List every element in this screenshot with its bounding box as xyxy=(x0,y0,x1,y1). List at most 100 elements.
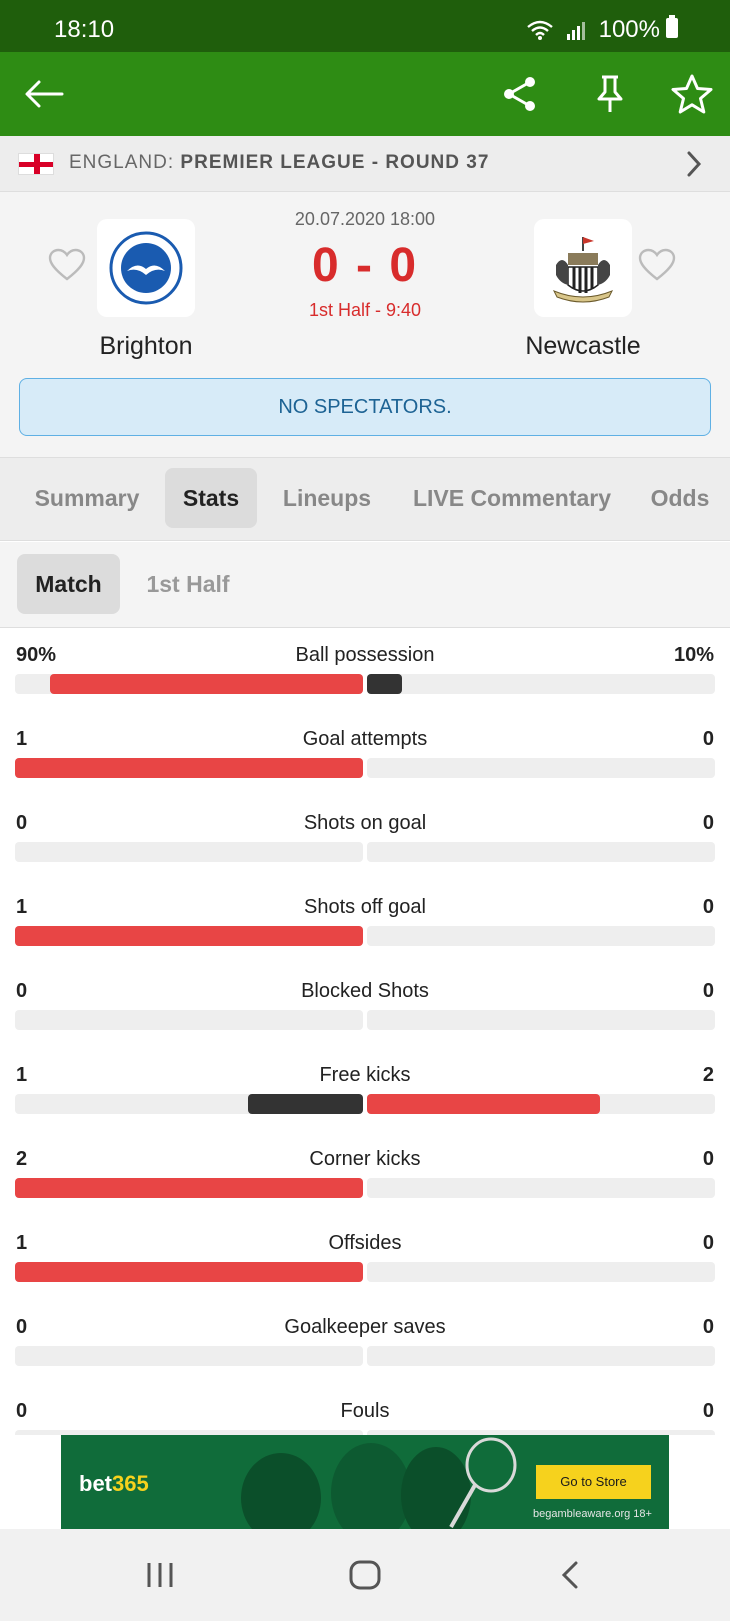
home-button[interactable] xyxy=(325,1529,405,1621)
home-bar-track xyxy=(15,1010,363,1030)
away-value: 0 xyxy=(702,896,714,918)
chevron-right-icon xyxy=(687,151,702,177)
arrow-left-icon xyxy=(25,80,64,108)
back-chevron-icon xyxy=(561,1561,578,1589)
home-value: 0 xyxy=(16,1400,28,1422)
battery-icon xyxy=(666,15,678,38)
home-value: 1 xyxy=(16,1064,28,1086)
subtab-first-half[interactable]: 1st Half xyxy=(132,554,244,614)
app-bar xyxy=(0,52,730,136)
league-country: ENGLAND: xyxy=(69,152,175,173)
away-favorite-heart-icon[interactable] xyxy=(638,248,676,282)
league-header[interactable]: ENGLAND: PREMIER LEAGUE - ROUND 37 xyxy=(0,136,730,192)
stat-bar xyxy=(15,674,715,694)
stat-label: Ball possession xyxy=(295,644,435,666)
home-bar-track xyxy=(15,758,363,778)
signal-icon xyxy=(566,20,585,40)
away-bar-track xyxy=(367,1178,715,1198)
stat-bar xyxy=(15,926,715,946)
stat-label: Shots on goal xyxy=(303,812,427,834)
status-time: 18:10 xyxy=(54,16,115,43)
home-team-logo[interactable] xyxy=(97,219,195,317)
home-favorite-heart-icon[interactable] xyxy=(48,248,86,282)
tab-lineups[interactable]: Lineups xyxy=(272,468,382,528)
home-bar-track xyxy=(15,1262,363,1282)
stat-label: Free kicks xyxy=(319,1064,411,1086)
away-bar-track xyxy=(367,1094,715,1114)
home-bar-fill xyxy=(248,1094,363,1114)
stat-label: Offsides xyxy=(328,1232,402,1254)
home-bar-fill xyxy=(15,758,363,778)
home-bar-track xyxy=(15,1178,363,1198)
pin-icon xyxy=(597,75,623,112)
england-flag-icon xyxy=(18,153,54,175)
tab-stats[interactable]: Stats xyxy=(165,468,257,528)
stat-bar xyxy=(15,1010,715,1030)
share-icon xyxy=(504,77,535,111)
away-value: 0 xyxy=(702,812,714,834)
match-minute: 1st Half - 9:40 xyxy=(308,300,422,320)
stat-bar xyxy=(15,1262,715,1282)
home-team-name[interactable]: Brighton xyxy=(46,332,246,361)
ad-banner[interactable]: bet365 Go to Store begambleaware.org 18+ xyxy=(61,1435,669,1529)
tab-odds[interactable]: Odds xyxy=(640,468,720,528)
stat-row: 0 Goalkeeper saves 0 xyxy=(0,1300,730,1384)
home-value: 0 xyxy=(16,812,28,834)
ad-disclaimer: begambleaware.org 18+ xyxy=(533,1508,652,1520)
recent-apps-button[interactable] xyxy=(120,1529,200,1621)
tab-summary[interactable]: Summary xyxy=(20,468,154,528)
stat-label: Fouls xyxy=(340,1400,390,1422)
away-bar-track xyxy=(367,1010,715,1030)
status-bar: 18:10 100% xyxy=(0,0,730,52)
stat-bar xyxy=(15,842,715,862)
match-datetime: 20.07.2020 18:00 xyxy=(294,209,436,229)
stat-bar xyxy=(15,1346,715,1366)
ad-brand-suffix: 365 xyxy=(112,1471,149,1496)
period-tabs: Match 1st Half xyxy=(0,542,730,628)
home-value: 90% xyxy=(16,644,57,666)
stat-bar xyxy=(15,1178,715,1198)
stat-label: Shots off goal xyxy=(304,896,426,918)
stat-row: 1 Shots off goal 0 xyxy=(0,880,730,964)
status-icons: 100% xyxy=(526,16,660,44)
pin-button[interactable] xyxy=(580,52,640,136)
away-team-logo[interactable] xyxy=(534,219,632,317)
away-value: 0 xyxy=(702,728,714,750)
away-bar-track xyxy=(367,926,715,946)
back-nav-button[interactable] xyxy=(530,1529,610,1621)
away-bar-track xyxy=(367,674,715,694)
subtab-match[interactable]: Match xyxy=(17,554,120,614)
away-value: 2 xyxy=(702,1064,714,1086)
home-bar-track xyxy=(15,926,363,946)
match-score: 0 - 0 xyxy=(311,239,419,292)
away-value: 0 xyxy=(702,1232,714,1254)
stat-bar xyxy=(15,1094,715,1114)
away-value: 0 xyxy=(702,1316,714,1338)
league-title: ENGLAND: PREMIER LEAGUE - ROUND 37 xyxy=(69,152,489,174)
tab-live-commentary[interactable]: LIVE Commentary xyxy=(400,468,624,528)
away-value: 10% xyxy=(673,644,714,666)
home-bar-track xyxy=(15,842,363,862)
stat-row: 90% Ball possession 10% xyxy=(0,628,730,712)
share-button[interactable] xyxy=(490,52,550,136)
league-name: PREMIER LEAGUE - ROUND 37 xyxy=(180,152,490,173)
home-bar-fill xyxy=(15,926,363,946)
tennis-racket-icon xyxy=(449,1437,517,1528)
brighton-crest-icon xyxy=(109,231,183,305)
home-bar-fill xyxy=(50,674,363,694)
ad-go-to-store-button[interactable]: Go to Store xyxy=(536,1465,651,1499)
home-bar-fill xyxy=(15,1178,363,1198)
away-value: 0 xyxy=(702,1148,714,1170)
match-notice: NO SPECTATORS. xyxy=(19,378,711,436)
home-bar-fill xyxy=(15,1262,363,1282)
away-bar-track xyxy=(367,842,715,862)
ad-brand: bet365 xyxy=(79,1471,149,1497)
battery-percent: 100% xyxy=(598,16,660,43)
stat-label: Goalkeeper saves xyxy=(284,1316,446,1338)
match-header: Brighton 20.07.2020 18:00 0 - 0 1st Half… xyxy=(0,192,730,457)
away-team-name[interactable]: Newcastle xyxy=(483,332,683,361)
back-button[interactable] xyxy=(14,52,74,136)
stat-row: 2 Corner kicks 0 xyxy=(0,1132,730,1216)
favorite-button[interactable] xyxy=(662,52,722,136)
home-bar-track xyxy=(15,674,363,694)
